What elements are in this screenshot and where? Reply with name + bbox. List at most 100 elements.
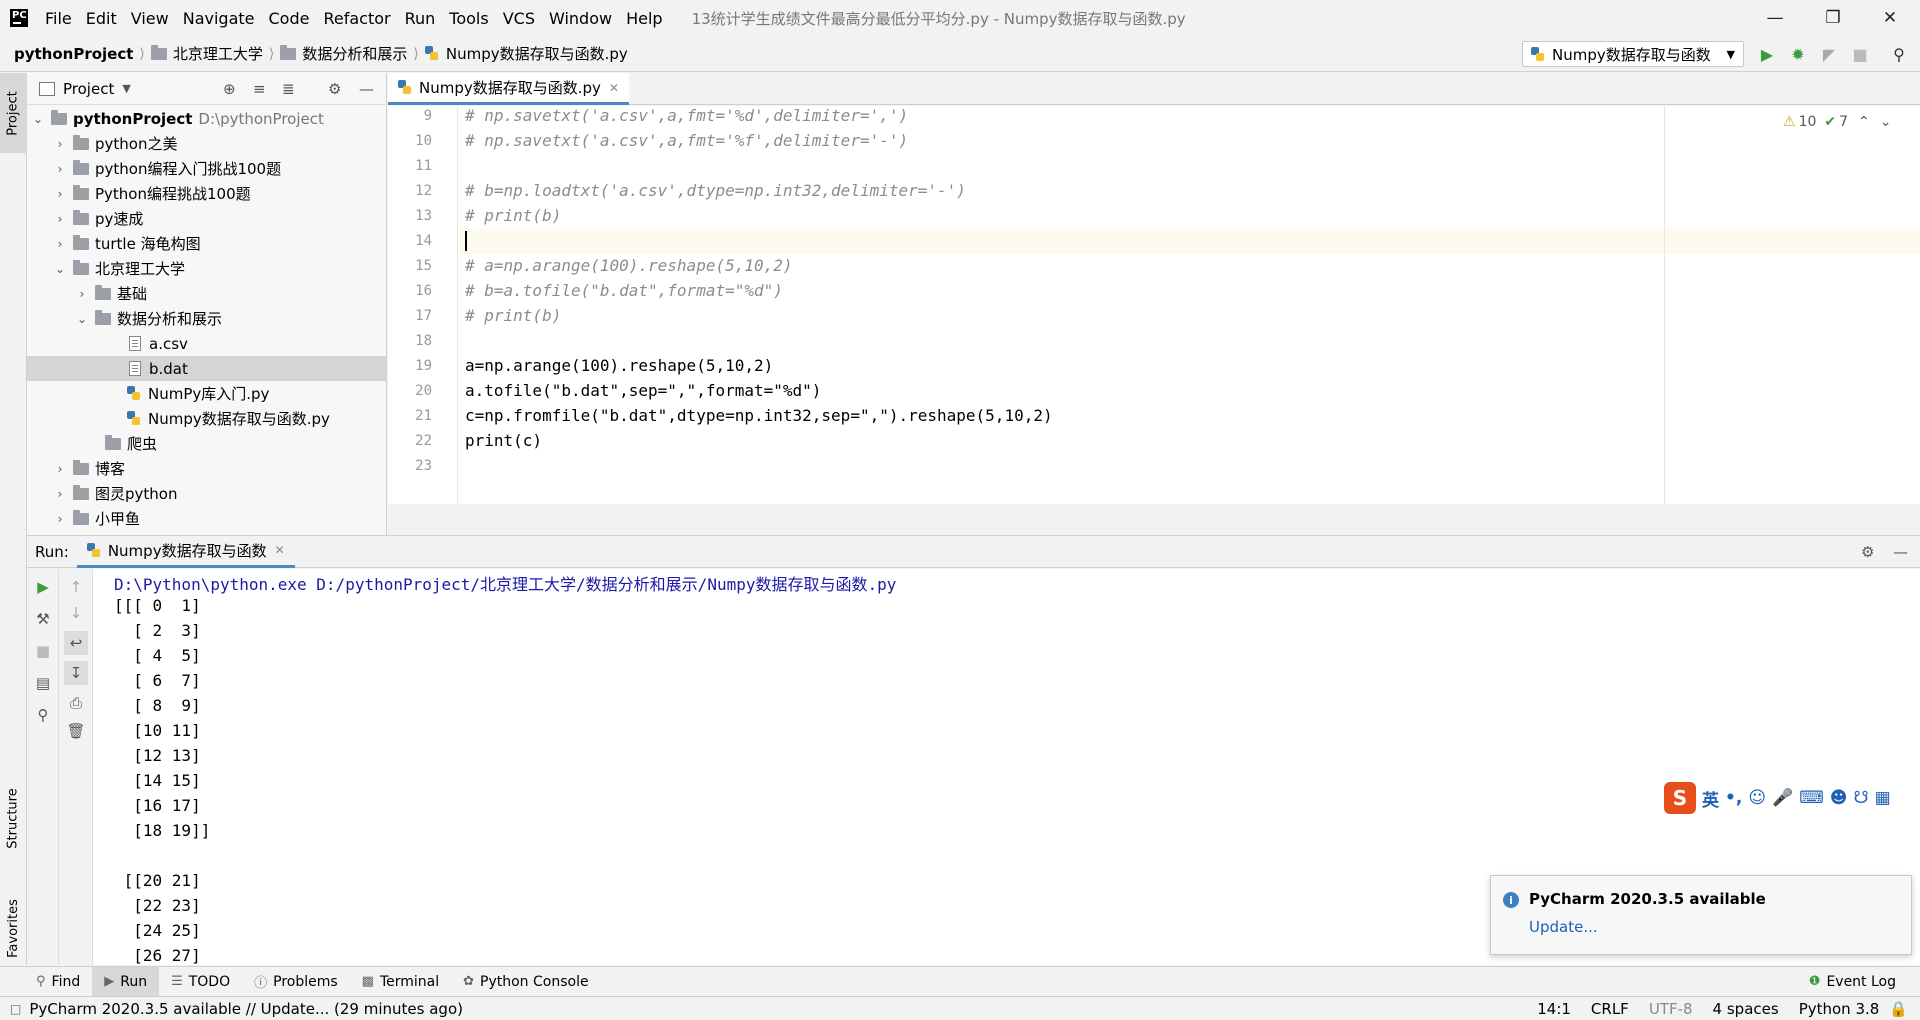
menu-window[interactable]: Window	[542, 9, 619, 28]
menu-view[interactable]: View	[124, 9, 176, 28]
run-icon[interactable]: ▶	[1756, 44, 1778, 64]
tree-file[interactable]: NumPy库入门.py	[27, 381, 387, 406]
menu-refactor[interactable]: Refactor	[316, 9, 397, 28]
menu-help[interactable]: Help	[619, 9, 669, 28]
status-message[interactable]: PyCharm 2020.3.5 available // Update... …	[29, 1000, 463, 1018]
gear-icon[interactable]: ⚙	[1861, 543, 1874, 561]
skin-icon[interactable]: ☋	[1854, 788, 1869, 808]
close-tab-icon[interactable]: ✕	[609, 81, 619, 95]
print-icon[interactable]: ⎙	[64, 691, 88, 715]
breadcrumb-folder[interactable]: 北京理工大学	[147, 43, 267, 64]
expand-all-icon[interactable]: ≡	[253, 80, 266, 98]
tree-item[interactable]: › 基础	[27, 281, 387, 306]
tree-item[interactable]: › 图灵python	[27, 481, 387, 506]
tree-item[interactable]: 爬虫	[27, 431, 387, 456]
breadcrumb-file[interactable]: Numpy数据存取与函数.py	[421, 43, 632, 64]
update-link[interactable]: Update...	[1529, 918, 1598, 936]
menu-navigate[interactable]: Navigate	[176, 9, 262, 28]
python-console-tool-button[interactable]: ✿ Python Console	[451, 967, 600, 997]
tree-root[interactable]: ⌄ pythonProject D:\pythonProject	[27, 106, 387, 131]
run-configuration-dropdown[interactable]: Numpy数据存取与函数 ▼	[1522, 41, 1744, 67]
tree-item[interactable]: › python之美	[27, 131, 387, 156]
tree-item[interactable]: ⌄ 数据分析和展示	[27, 306, 387, 331]
close-icon[interactable]: ✕	[1860, 0, 1920, 36]
code-editor[interactable]: 9 10 11 12 13 14 15 16 17 18 19 20 21 22…	[388, 106, 1920, 504]
menu-tools[interactable]: Tools	[442, 9, 495, 28]
hide-icon[interactable]: —	[359, 80, 374, 98]
chevron-down-icon[interactable]: ⌄	[1880, 114, 1892, 130]
hide-icon[interactable]: —	[1893, 543, 1908, 561]
collapse-all-icon[interactable]: ≣	[282, 80, 295, 98]
chevron-up-icon[interactable]: ⌃	[1858, 114, 1870, 130]
project-view-icon	[39, 81, 55, 96]
tree-file[interactable]: a.csv	[27, 331, 387, 356]
line-number: 17	[415, 308, 432, 324]
tree-file[interactable]: Numpy数据存取与函数.py	[27, 406, 387, 431]
problems-tool-button[interactable]: ⓘ Problems	[242, 967, 350, 997]
event-log-tool-button[interactable]: ❶ Event Log	[1797, 967, 1908, 997]
tree-item[interactable]: ⌄ 北京理工大学	[27, 256, 387, 281]
indent-setting[interactable]: 4 spaces	[1703, 1000, 1789, 1018]
status-toggle-icon[interactable]: □	[10, 1002, 21, 1016]
tree-item[interactable]: › py速成	[27, 206, 387, 231]
debug-icon[interactable]: ✹	[1787, 44, 1809, 64]
arrow-up-icon[interactable]: ↑	[64, 575, 88, 599]
python-interpreter[interactable]: Python 3.8	[1789, 1000, 1890, 1018]
tree-item[interactable]: › 博客	[27, 456, 387, 481]
caret-position[interactable]: 14:1	[1527, 1000, 1581, 1018]
rerun-icon[interactable]: ▶	[31, 575, 55, 599]
arrow-down-icon[interactable]: ↓	[64, 601, 88, 625]
grid-icon[interactable]: ▦	[1875, 788, 1891, 808]
terminal-tool-button[interactable]: ▩ Terminal	[350, 967, 451, 997]
search-icon[interactable]: ⚲	[1888, 44, 1910, 64]
punctuation-icon[interactable]: •,	[1725, 788, 1742, 808]
tree-item[interactable]: › 小甲鱼	[27, 506, 387, 531]
soft-wrap-icon[interactable]: ↩	[64, 631, 88, 655]
menu-code[interactable]: Code	[262, 9, 317, 28]
restore-icon[interactable]: ❐	[1803, 0, 1863, 36]
emoji-icon[interactable]: ☺	[1748, 788, 1766, 808]
keyboard-icon[interactable]: ⌨	[1799, 788, 1824, 808]
project-tool-tab[interactable]: Project	[0, 73, 27, 153]
breadcrumb-subfolder[interactable]: 数据分析和展示	[276, 43, 411, 64]
structure-tool-tab[interactable]: Structure	[0, 763, 27, 873]
run-tab[interactable]: Numpy数据存取与函数 ✕	[76, 535, 295, 568]
tree-item[interactable]: › Python编程挑战100题	[27, 181, 387, 206]
pin-icon[interactable]: ⚲	[31, 703, 55, 727]
find-tool-button[interactable]: ⚲ Find	[24, 967, 92, 997]
microphone-icon[interactable]: 🎤	[1772, 788, 1793, 808]
editor-tab[interactable]: Numpy数据存取与函数.py ✕	[388, 73, 629, 105]
menu-vcs[interactable]: VCS	[496, 9, 542, 28]
trash-icon[interactable]: 🗑	[64, 719, 88, 743]
layout-icon[interactable]: ▤	[31, 671, 55, 695]
stop-icon[interactable]: ■	[1849, 44, 1871, 64]
gear-icon[interactable]: ⚙	[328, 80, 341, 98]
sogou-logo-icon[interactable]: S	[1664, 782, 1696, 814]
coverage-icon[interactable]: ◤	[1818, 44, 1840, 64]
tree-file-selected[interactable]: b.dat	[27, 356, 387, 381]
line-separator[interactable]: CRLF	[1581, 1000, 1639, 1018]
user-icon[interactable]: ☻	[1830, 788, 1848, 808]
minimize-icon[interactable]: —	[1745, 0, 1805, 36]
menu-run[interactable]: Run	[398, 9, 443, 28]
lock-icon[interactable]: 🔒	[1889, 1000, 1908, 1018]
inspection-widget[interactable]: ⚠ 10 ✔ 7 ⌃ ⌄	[1783, 112, 1892, 132]
breadcrumb-project[interactable]: pythonProject	[10, 45, 137, 63]
todo-tool-button[interactable]: ☰ TODO	[159, 967, 242, 997]
file-encoding[interactable]: UTF-8	[1639, 1000, 1703, 1018]
run-tool-button[interactable]: ▶ Run	[92, 966, 160, 997]
tree-file-label: Numpy数据存取与函数.py	[148, 410, 330, 428]
project-panel-title[interactable]: Project	[63, 80, 114, 98]
menu-edit[interactable]: Edit	[79, 9, 124, 28]
locate-icon[interactable]: ⊕	[223, 80, 236, 98]
stop-icon[interactable]: ■	[31, 639, 55, 663]
close-tab-icon[interactable]: ✕	[275, 543, 285, 557]
chevron-down-icon[interactable]: ▼	[122, 82, 130, 95]
scroll-to-end-icon[interactable]: ↧	[64, 661, 88, 685]
menu-file[interactable]: File	[38, 9, 79, 28]
tree-item[interactable]: › turtle 海龟构图	[27, 231, 387, 256]
ime-mode[interactable]: 英	[1702, 786, 1719, 811]
wrench-icon[interactable]: ⚒	[31, 607, 55, 631]
tree-item[interactable]: › python编程入门挑战100题	[27, 156, 387, 181]
console-line: [[20 21]	[114, 871, 201, 890]
